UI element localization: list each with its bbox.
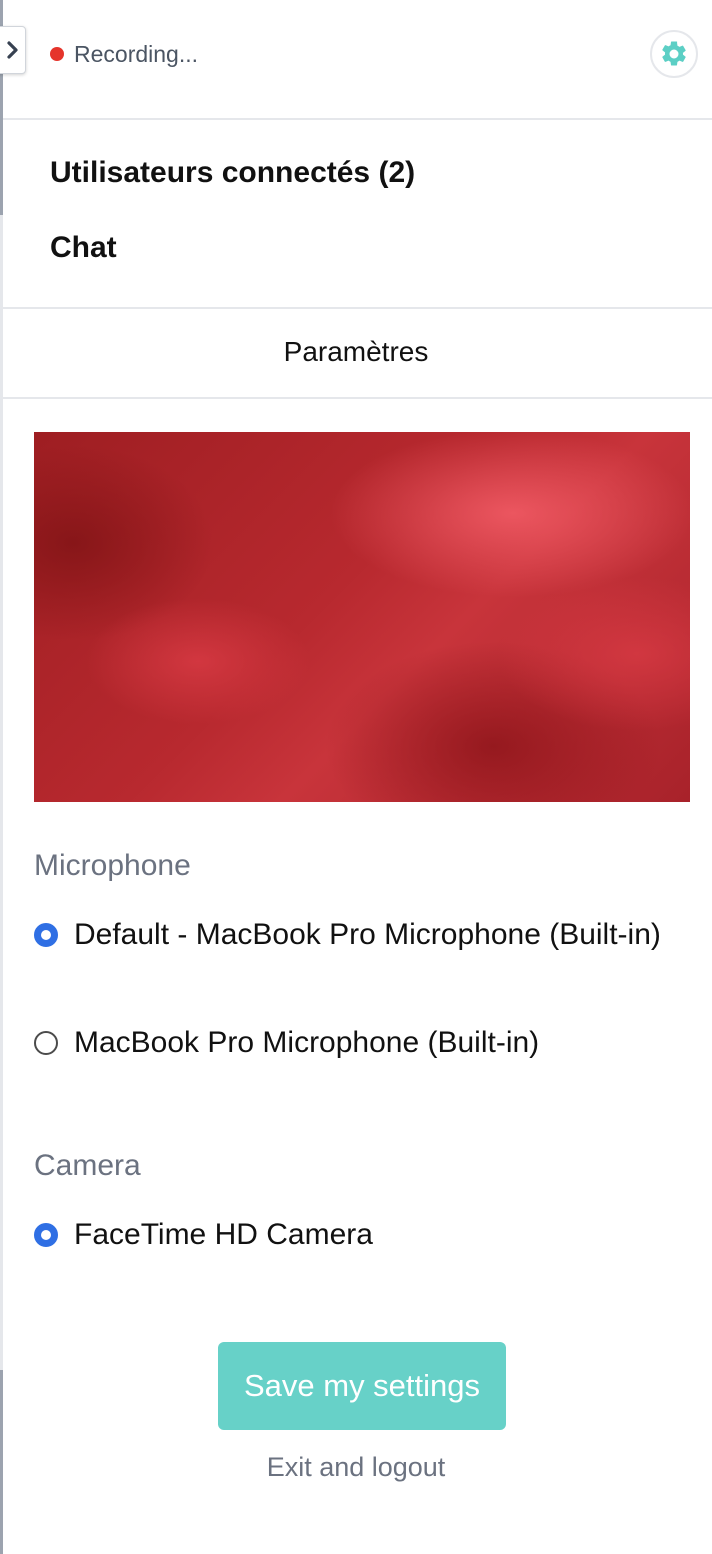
exit-logout-link[interactable]: Exit and logout <box>0 1452 712 1483</box>
gear-icon <box>662 41 686 66</box>
camera-preview <box>34 432 690 802</box>
collapse-panel-button[interactable] <box>0 26 26 74</box>
menu-item-chat[interactable]: Chat <box>50 231 117 265</box>
left-edge <box>0 0 3 1554</box>
camera-option-label: FaceTime HD Camera <box>74 1218 373 1251</box>
camera-label: Camera <box>34 1149 141 1182</box>
settings-panel: Recording... Utilisateurs connectés (2) … <box>0 0 712 1554</box>
recording-status: Recording... <box>50 38 198 70</box>
header-divider <box>3 118 712 120</box>
recording-status-text: Recording... <box>74 40 199 67</box>
save-settings-button[interactable]: Save my settings <box>218 1342 506 1430</box>
microphone-option-default[interactable]: Default - MacBook Pro Microphone (Built-… <box>34 911 694 959</box>
title-divider <box>3 397 712 399</box>
microphone-option-label: MacBook Pro Microphone (Built-in) <box>74 1026 540 1059</box>
settings-button[interactable] <box>650 30 698 78</box>
camera-option-facetime[interactable]: FaceTime HD Camera <box>34 1211 694 1259</box>
menu-item-connected-users[interactable]: Utilisateurs connectés (2) <box>50 156 415 190</box>
menu-divider <box>3 307 712 309</box>
radio-unchecked[interactable] <box>34 1031 58 1055</box>
settings-title: Paramètres <box>283 336 429 367</box>
radio-checked[interactable] <box>34 1223 58 1247</box>
microphone-label: Microphone <box>34 849 191 882</box>
radio-checked[interactable] <box>34 923 58 947</box>
microphone-option-builtin[interactable]: MacBook Pro Microphone (Built-in) <box>34 1019 694 1067</box>
recording-dot-icon <box>50 47 64 61</box>
chevron-right-icon <box>7 41 18 59</box>
microphone-option-label: Default - MacBook Pro Microphone (Built-… <box>74 918 661 951</box>
